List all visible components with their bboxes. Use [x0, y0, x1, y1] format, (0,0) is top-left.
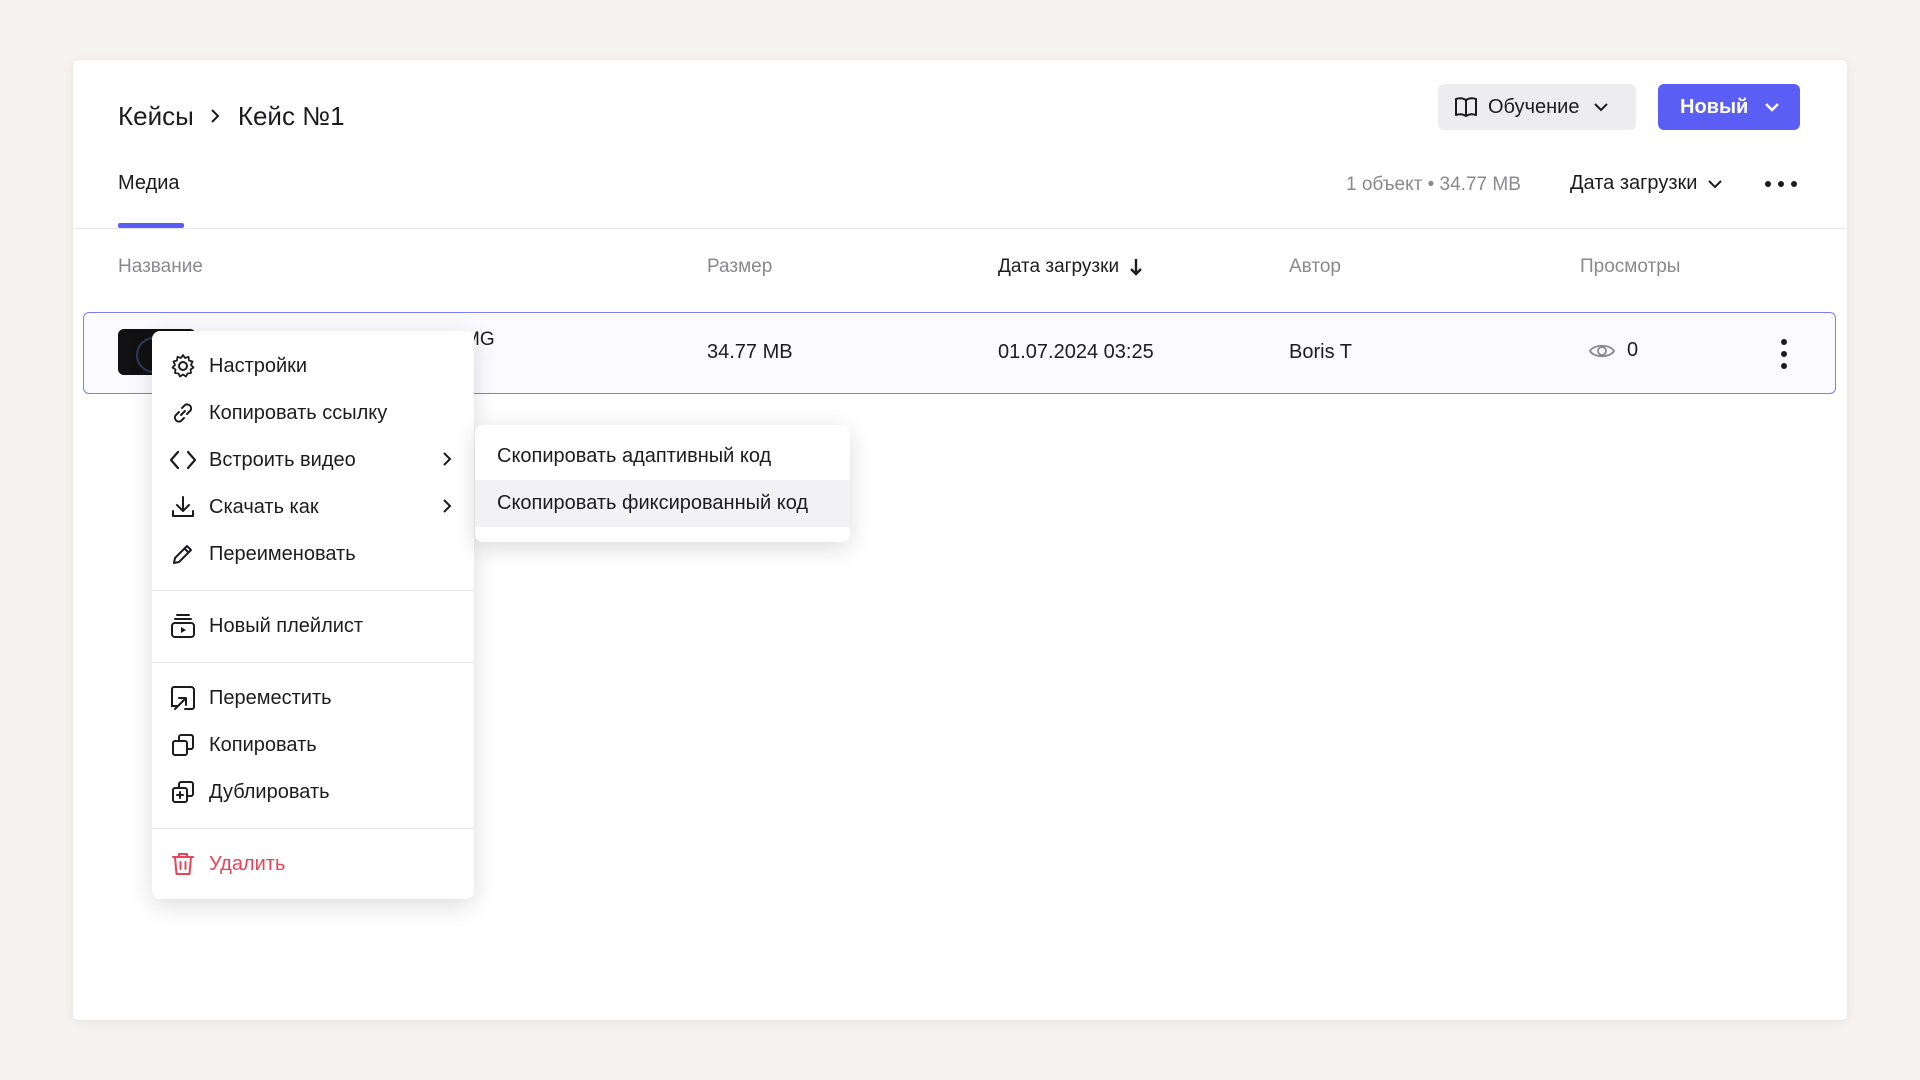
new-button[interactable]: Новый: [1658, 84, 1800, 130]
chevron-right-icon: [210, 108, 220, 124]
copy-icon: [167, 729, 199, 761]
menu-item-delete[interactable]: Удалить: [152, 843, 474, 885]
duplicate-icon: [167, 776, 199, 808]
row-date: 01.07.2024 03:25: [998, 341, 1154, 363]
column-header-size[interactable]: Размер: [707, 256, 772, 278]
menu-item-label: Скачать как: [209, 495, 319, 518]
row-size: 34.77 MB: [707, 341, 793, 363]
pencil-icon: [167, 538, 199, 570]
eye-icon: [1589, 342, 1615, 360]
submenu-item-copy-adaptive-code[interactable]: Скопировать адаптивный код: [475, 433, 850, 480]
row-more-icon[interactable]: [1779, 339, 1789, 369]
sort-dropdown-label: Дата загрузки: [1570, 172, 1698, 194]
column-header-date[interactable]: Дата загрузки: [998, 256, 1143, 278]
menu-item-label: Копировать ссылку: [209, 401, 388, 424]
menu-item-settings[interactable]: Настройки: [152, 345, 474, 387]
submenu-item-copy-fixed-code[interactable]: Скопировать фиксированный код: [475, 480, 850, 527]
learn-button[interactable]: Обучение: [1438, 84, 1636, 130]
row-views-count: 0: [1627, 339, 1639, 361]
menu-item-label: Копировать: [209, 733, 317, 756]
code-icon: [167, 444, 199, 476]
menu-item-copy[interactable]: Копировать: [152, 724, 474, 766]
menu-item-embed-video[interactable]: Встроить видео: [152, 439, 474, 481]
menu-item-new-playlist[interactable]: Новый плейлист: [152, 605, 474, 647]
context-menu: Настройки Копировать ссылку Встроить вид…: [152, 331, 474, 899]
menu-item-label: Переместить: [209, 686, 332, 709]
column-header-views[interactable]: Просмотры: [1580, 256, 1680, 278]
chevron-right-icon: [442, 498, 452, 514]
menu-divider: [152, 590, 474, 591]
row-views: 0: [1589, 339, 1638, 362]
chevron-down-icon: [1593, 102, 1609, 112]
tab-media[interactable]: Медиа: [118, 172, 180, 195]
gear-icon: [167, 350, 199, 382]
chevron-down-icon: [1764, 102, 1780, 112]
menu-item-label: Дублировать: [209, 780, 330, 803]
menu-item-label: Удалить: [209, 852, 286, 875]
more-options-icon[interactable]: [1765, 172, 1797, 196]
book-icon: [1454, 95, 1478, 119]
download-icon: [167, 491, 199, 523]
trash-icon: [167, 848, 199, 880]
menu-item-copy-link[interactable]: Копировать ссылку: [152, 392, 474, 434]
link-icon: [167, 397, 199, 429]
move-icon: [167, 682, 199, 714]
menu-divider: [152, 828, 474, 829]
arrow-down-icon: [1129, 257, 1143, 277]
menu-divider: [152, 662, 474, 663]
playlist-icon: [167, 610, 199, 642]
learn-button-label: Обучение: [1488, 95, 1580, 118]
chevron-right-icon: [442, 451, 452, 467]
breadcrumb-current: Кейс №1: [237, 100, 345, 131]
menu-item-rename[interactable]: Переименовать: [152, 533, 474, 575]
row-author: Boris T: [1289, 341, 1352, 363]
new-button-label: Новый: [1680, 95, 1749, 118]
column-header-date-label: Дата загрузки: [998, 256, 1120, 277]
menu-item-move[interactable]: Переместить: [152, 677, 474, 719]
breadcrumb: Кейсы Кейс №1: [118, 96, 345, 136]
column-header-name[interactable]: Название: [118, 256, 203, 278]
column-header-author[interactable]: Автор: [1289, 256, 1341, 278]
menu-item-label: Настройки: [209, 354, 308, 377]
breadcrumb-root-link[interactable]: Кейсы: [118, 101, 194, 132]
chevron-down-icon: [1707, 179, 1723, 189]
menu-item-label: Новый плейлист: [209, 614, 364, 637]
embed-submenu: Скопировать адаптивный код Скопировать ф…: [475, 425, 850, 542]
menu-item-label: Переименовать: [209, 542, 356, 565]
sort-dropdown[interactable]: Дата загрузки: [1570, 172, 1723, 195]
menu-item-download-as[interactable]: Скачать как: [152, 486, 474, 528]
menu-item-label: Встроить видео: [209, 448, 356, 471]
menu-item-duplicate[interactable]: Дублировать: [152, 771, 474, 813]
object-count: 1 объект • 34.77 MB: [1346, 174, 1521, 195]
divider: [73, 228, 1847, 229]
